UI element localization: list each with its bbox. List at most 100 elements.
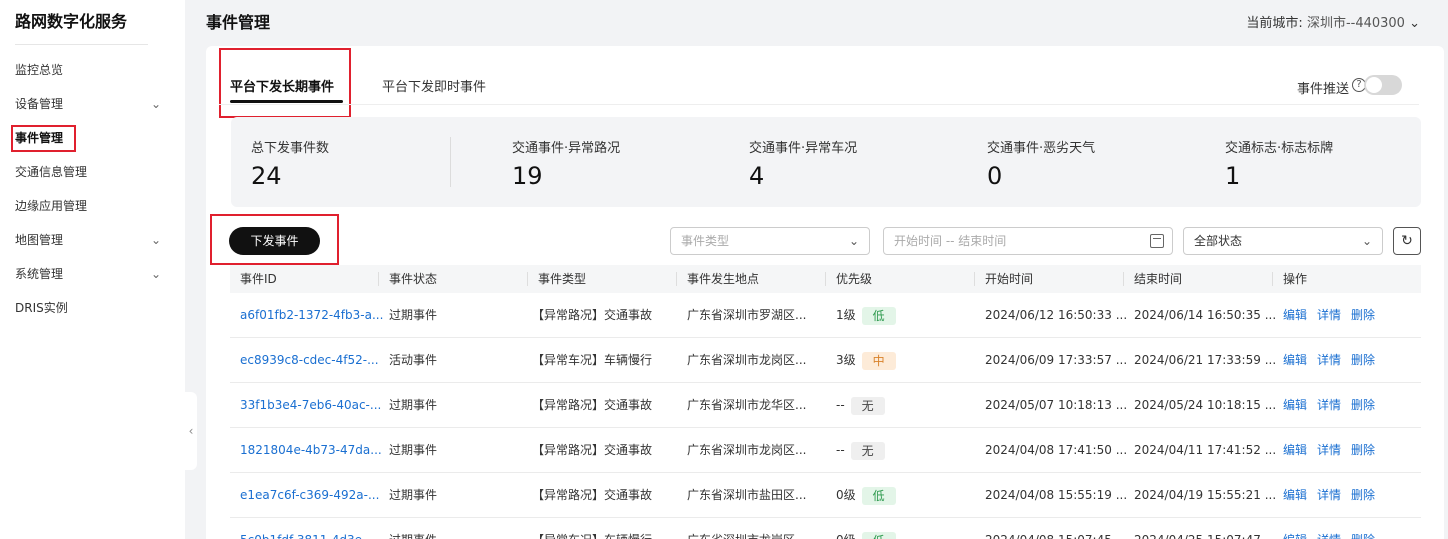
detail-button[interactable]: 详情 [1317,533,1341,539]
event-id-link[interactable]: e1ea7c6f-c369-492a-... [240,473,379,518]
delete-button[interactable]: 删除 [1351,443,1375,457]
event-status: 过期事件 [389,518,437,539]
event-priority: -- 无 [836,383,885,428]
col-separator [974,272,975,286]
highlight-box [219,48,351,118]
priority-badge: 中 [861,351,896,370]
event-id-link[interactable]: 33f1b3e4-7eb6-40ac-... [240,383,381,428]
col-separator [1123,272,1124,286]
event-location: 广东省深圳市龙岗区... [687,518,806,539]
event-status: 过期事件 [389,398,438,412]
dispatch-event-button[interactable]: 下发事件 [229,227,320,255]
event-start-time: 2024/04/08 15:55:19 ... [985,488,1128,502]
event-start-time: 2024/04/08 17:41:50 ... [985,443,1128,457]
event-end-time: 2024/06/14 16:50:35 ... [1134,308,1277,322]
col-separator [1272,272,1273,286]
sidebar-item-system[interactable]: 系统管理 ⌄ [15,264,165,284]
sidebar-item-monitor[interactable]: 监控总览 [15,60,165,80]
status-select[interactable]: 全部状态 ⌄ [1183,227,1383,255]
edit-button[interactable]: 编辑 [1283,398,1307,412]
priority-badge: 低 [861,531,896,539]
priority-level: 1级 [836,308,856,322]
highlight-box [11,125,76,152]
city-selector[interactable]: 当前城市: 深圳市--440300 ⌄ [1246,12,1420,31]
col-separator [676,272,677,286]
event-location: 广东省深圳市龙岗区... [687,353,807,367]
sidebar-collapse-handle[interactable]: ‹ [185,392,197,470]
event-id-link[interactable]: a6f01fb2-1372-4fb3-a... [240,293,383,338]
brand-title: 路网数字化服务 [15,12,128,31]
priority-badge: 低 [861,306,896,325]
detail-button[interactable]: 详情 [1317,398,1341,412]
event-type: 【异常路况】交通事故 [532,398,653,412]
delete-button[interactable]: 删除 [1351,398,1375,412]
sidebar-item-dris[interactable]: DRIS实例 [15,298,165,318]
event-priority: 3级中 [836,338,896,383]
col-separator [527,272,528,286]
row-actions: 编辑详情删除 [1283,428,1385,473]
event-start-time: 2024/06/09 17:33:57 ... [985,353,1128,367]
priority-level: 0级 [836,488,856,502]
refresh-icon: ↻ [1401,233,1413,249]
event-type: 【异常车况】车辆慢行 [532,353,653,367]
event-status: 活动事件 [389,353,438,367]
detail-button[interactable]: 详情 [1317,443,1341,457]
chevron-down-icon: ⌄ [150,97,161,111]
event-type-select[interactable]: 事件类型 ⌄ [670,227,870,255]
event-id-link[interactable]: 5c0b1fdf-3811-4d3e... [240,518,373,539]
edit-button[interactable]: 编辑 [1283,533,1307,539]
city-label: 当前城市: [1246,16,1303,31]
col-end: 结束时间 [1134,272,1183,286]
event-status: 过期事件 [389,308,438,322]
event-id-link[interactable]: 1821804e-4b73-47da... [240,428,382,473]
event-end-time: 2024/05/24 10:18:15 ... [1134,398,1277,412]
delete-button[interactable]: 删除 [1351,533,1375,539]
detail-button[interactable]: 详情 [1317,308,1341,322]
delete-button[interactable]: 删除 [1351,353,1375,367]
event-priority: 0级低 [836,473,896,518]
row-actions: 编辑 详情 删除 [1283,518,1385,539]
sidebar-item-map[interactable]: 地图管理 ⌄ [15,230,165,250]
brand-divider [15,44,148,45]
event-end-time: 2024/04/25 15:07:47 ... [1134,518,1276,539]
tabs-divider [219,104,1419,105]
priority-level: -- [836,398,845,412]
sidebar-item-edge-app[interactable]: 边缘应用管理 [15,196,165,216]
refresh-button[interactable]: ↻ [1393,227,1421,255]
chevron-down-icon: ⌄ [150,233,161,247]
table-row: a6f01fb2-1372-4fb3-a... 过期事件 【异常路况】交通事故 广东省… [230,293,1421,338]
table-row: 5c0b1fdf-3811-4d3e... 过期事件 【异常车况】车辆慢行 广东省深圳… [230,518,1421,539]
calendar-icon [1150,234,1164,248]
time-range-picker[interactable]: 开始时间 -- 结束时间 [883,227,1173,255]
delete-button[interactable]: 删除 [1351,488,1375,502]
table-row: e1ea7c6f-c369-492a-... 过期事件 【异常路况】交通事故 广东省深… [230,473,1421,518]
priority-level: -- [836,443,845,457]
event-end-time: 2024/04/19 15:55:21 ... [1134,488,1277,502]
push-toggle[interactable] [1364,75,1402,95]
sidebar-item-traffic-info[interactable]: 交通信息管理 [15,162,165,182]
detail-button[interactable]: 详情 [1317,488,1341,502]
table-row: 1821804e-4b73-47da... 过期事件 【异常路况】交通事故 广东省深圳… [230,428,1421,473]
delete-button[interactable]: 删除 [1351,308,1375,322]
event-location: 广东省深圳市罗湖区... [687,308,807,322]
chevron-left-icon: ‹ [188,424,194,438]
edit-button[interactable]: 编辑 [1283,443,1307,457]
edit-button[interactable]: 编辑 [1283,488,1307,502]
edit-button[interactable]: 编辑 [1283,353,1307,367]
event-start-time: 2024/06/12 16:50:33 ... [985,308,1128,322]
detail-button[interactable]: 详情 [1317,353,1341,367]
event-id-link[interactable]: ec8939c8-cdec-4f52-... [240,338,379,383]
col-separator [378,272,379,286]
table-row: ec8939c8-cdec-4f52-... 活动事件 【异常车况】车辆慢行 广东省深… [230,338,1421,383]
event-end-time: 2024/06/21 17:33:59 ... [1134,353,1277,367]
chevron-down-icon: ⌄ [150,267,161,281]
event-start-time: 2024/04/08 15:07:45 ... [985,518,1127,539]
event-location: 广东省深圳市龙岗区... [687,443,807,457]
edit-button[interactable]: 编辑 [1283,308,1307,322]
tab-instant-events[interactable]: 平台下发即时事件 [382,76,486,95]
chevron-down-icon: ⌄ [848,234,859,248]
sidebar-item-device[interactable]: 设备管理 ⌄ [15,94,165,114]
col-start: 开始时间 [985,272,1034,286]
stat-abnormal-road: 交通事件·异常路况 19 [512,141,621,190]
row-actions: 编辑详情删除 [1283,338,1385,383]
